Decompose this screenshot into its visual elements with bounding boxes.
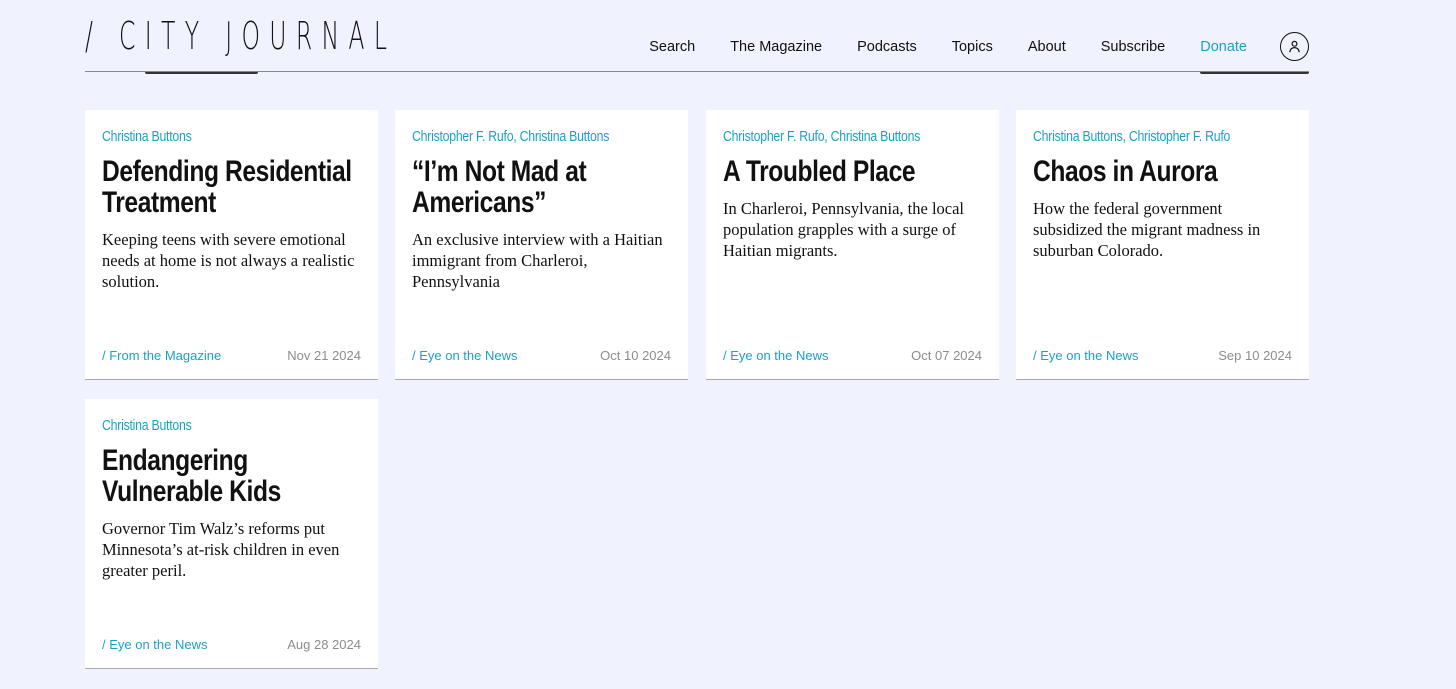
article-section[interactable]: / Eye on the News [412,348,518,363]
article-title[interactable]: Chaos in Aurora [1033,156,1295,187]
article-card[interactable]: Christopher F. Rufo, Christina Buttons “… [395,110,688,380]
article-authors[interactable]: Christina Buttons, Christopher F. Rufo [1033,128,1230,146]
nav-about[interactable]: About [1028,39,1066,55]
article-title[interactable]: “I’m Not Mad at Americans” [412,156,674,218]
nav-subscribe[interactable]: Subscribe [1101,39,1165,55]
article-card[interactable]: Christina Buttons Defending Residential … [85,110,378,380]
main-nav: Search The Magazine Podcasts Topics Abou… [649,32,1309,61]
article-authors[interactable]: Christopher F. Rufo, Christina Buttons [723,128,920,146]
article-card[interactable]: Christopher F. Rufo, Christina Buttons A… [706,110,999,380]
article-date: Oct 10 2024 [600,348,671,363]
article-section[interactable]: / From the Magazine [102,348,221,363]
article-card[interactable]: Christina Buttons, Christopher F. Rufo C… [1016,110,1309,380]
nav-donate[interactable]: Donate [1200,39,1247,55]
article-date: Aug 28 2024 [287,637,361,652]
article-section[interactable]: / Eye on the News [723,348,829,363]
nav-search[interactable]: Search [649,39,695,55]
site-header: / CITY JOURNAL Search The Magazine Podca… [85,0,1309,75]
article-date: Nov 21 2024 [287,348,361,363]
article-dek: An exclusive interview with a Haitian im… [412,230,663,291]
right-tab-edge [1200,72,1309,74]
nav-podcasts[interactable]: Podcasts [857,39,917,55]
article-title[interactable]: Endangering Vulnerable Kids [102,445,364,507]
article-authors[interactable]: Christopher F. Rufo, Christina Buttons [412,128,609,146]
article-dek: In Charleroi, Pennsylvania, the local po… [723,199,965,260]
article-title[interactable]: Defending Residential Treatment [102,156,364,218]
article-section[interactable]: / Eye on the News [1033,348,1139,363]
account-button[interactable] [1280,32,1309,61]
left-tab-edge [145,72,258,74]
article-section[interactable]: / Eye on the News [102,637,208,652]
article-authors[interactable]: Christina Buttons [102,417,192,435]
article-card[interactable]: Christina Buttons Endangering Vulnerable… [85,399,378,669]
article-dek: Keeping teens with severe emotional need… [102,230,355,291]
article-date: Sep 10 2024 [1218,348,1292,363]
article-title[interactable]: A Troubled Place [723,156,985,187]
article-dek: Governor Tim Walz’s reforms put Minnesot… [102,519,340,580]
article-date: Oct 07 2024 [911,348,982,363]
article-dek: How the federal government subsidized th… [1033,199,1261,260]
user-icon [1289,40,1300,53]
article-authors[interactable]: Christina Buttons [102,128,192,146]
site-logo[interactable]: / CITY JOURNAL [85,14,396,58]
header-divider [85,71,1309,72]
nav-the-magazine[interactable]: The Magazine [730,39,822,55]
nav-topics[interactable]: Topics [952,39,993,55]
